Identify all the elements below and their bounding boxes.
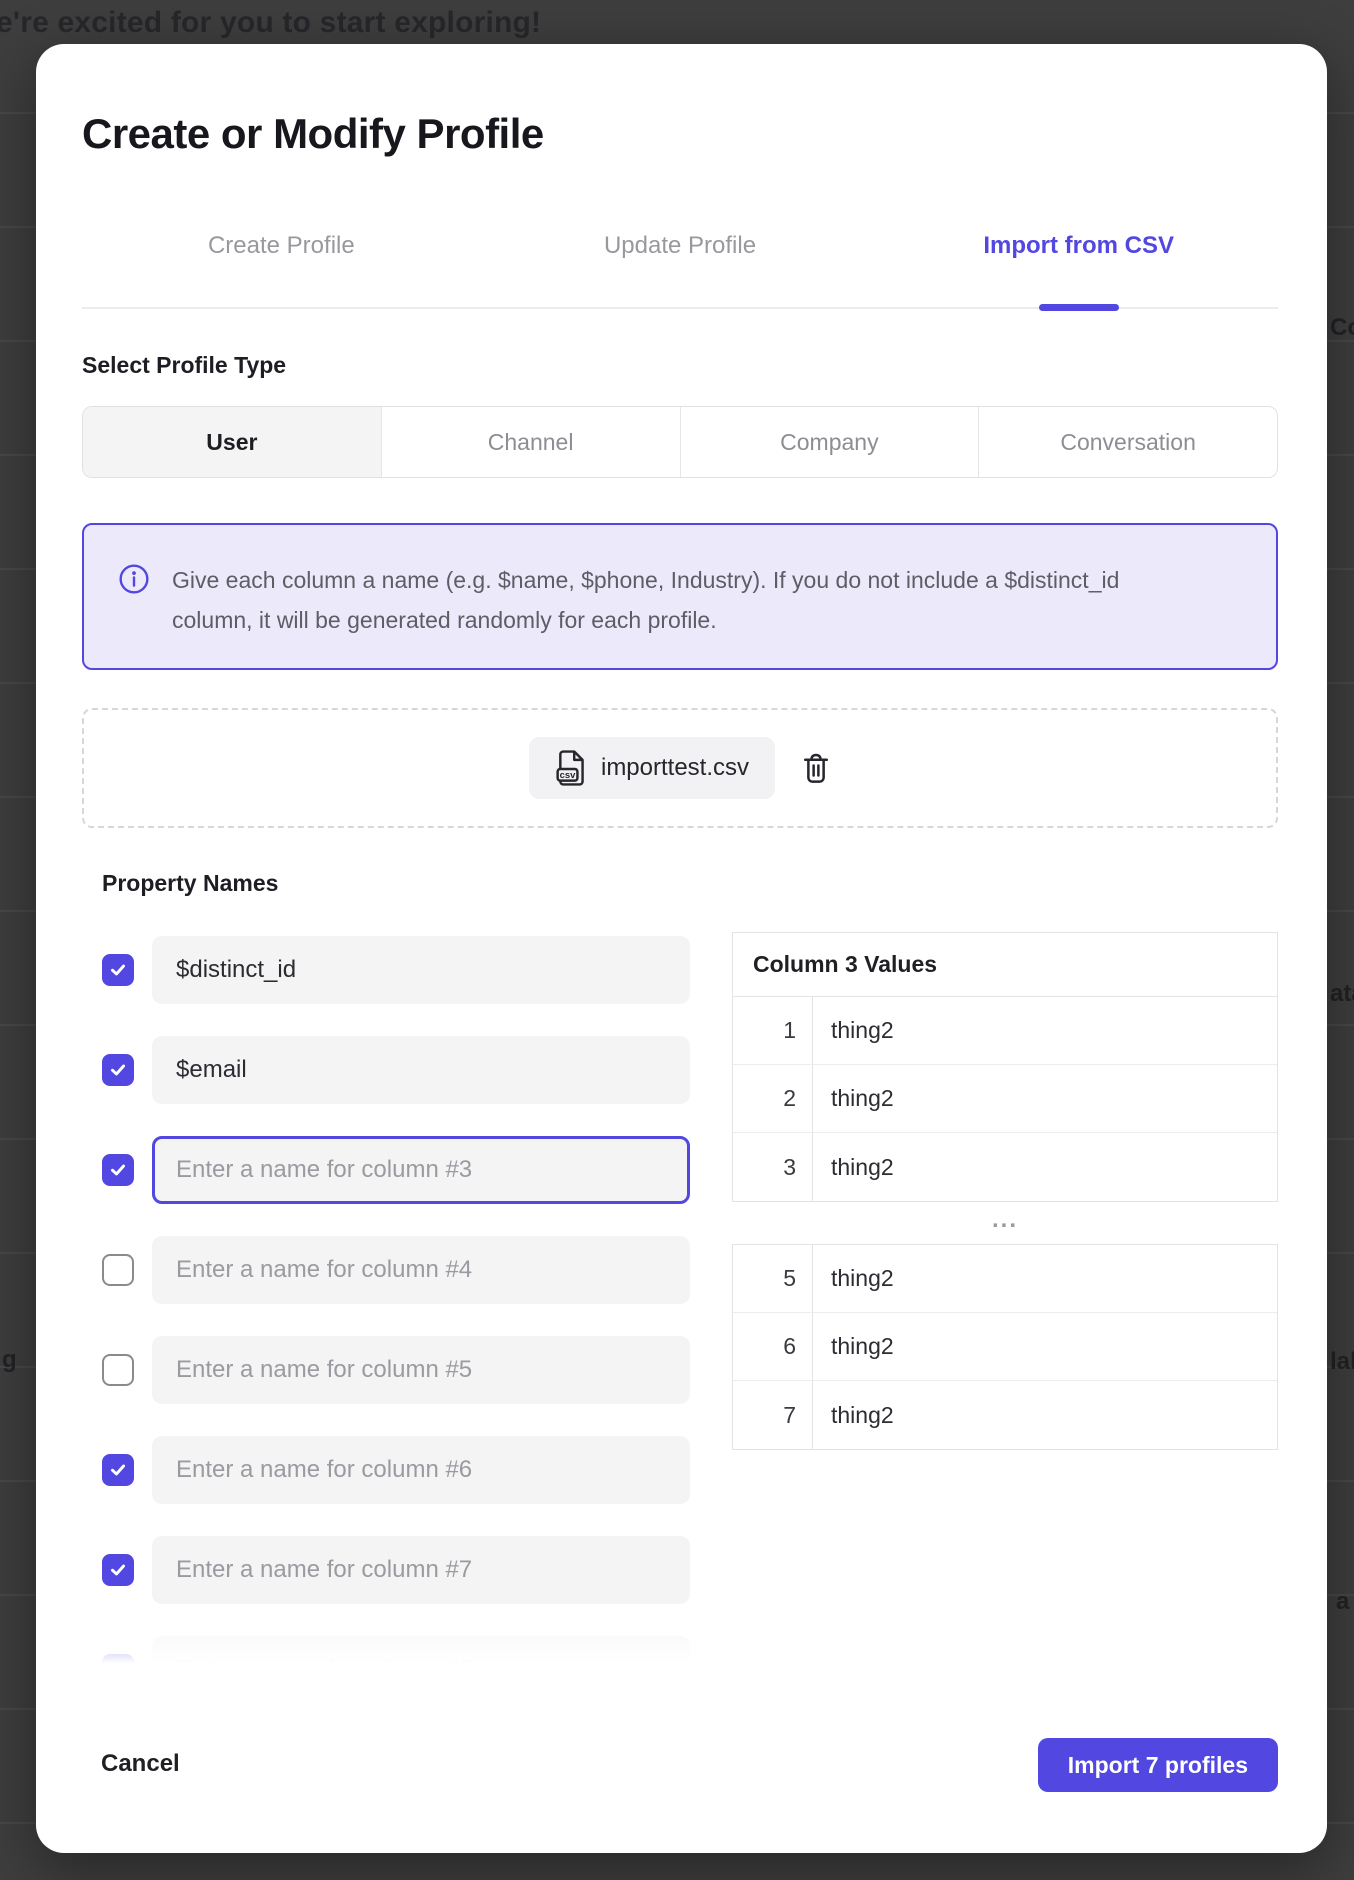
row-number: 1 <box>733 997 813 1064</box>
column-1-name-input[interactable] <box>152 936 690 1004</box>
profile-type-company[interactable]: Company <box>680 407 979 477</box>
dialog-tabs: Create Profile Update Profile Import fro… <box>82 228 1278 264</box>
profile-type-channel[interactable]: Channel <box>381 407 680 477</box>
csv-dropzone[interactable]: csv importtest.csv <box>82 708 1278 828</box>
row-value: thing2 <box>813 1065 1277 1132</box>
values-table-top: Column 3 Values 1 thing2 2 thing2 3 thin… <box>732 932 1278 1202</box>
info-icon <box>118 563 150 595</box>
row-value: thing2 <box>813 997 1277 1064</box>
profile-type-label: Select Profile Type <box>82 352 286 379</box>
table-row: 6 thing2 <box>733 1313 1277 1381</box>
background-fragment: Col <box>1330 314 1354 342</box>
property-row <box>102 1036 690 1104</box>
table-row: 7 thing2 <box>733 1381 1277 1449</box>
column-5-name-input[interactable] <box>152 1336 690 1404</box>
values-table-header: Column 3 Values <box>733 933 1277 997</box>
values-table-bottom: 5 thing2 6 thing2 7 thing2 <box>732 1244 1278 1450</box>
property-names-list <box>102 936 690 1674</box>
property-row <box>102 1636 690 1674</box>
column-4-name-input[interactable] <box>152 1236 690 1304</box>
row-number: 6 <box>733 1313 813 1380</box>
background-page-left-strip <box>0 0 40 1880</box>
column-7-name-input[interactable] <box>152 1536 690 1604</box>
tab-create-profile[interactable]: Create Profile <box>82 228 481 264</box>
property-row <box>102 936 690 1004</box>
info-banner: Give each column a name (e.g. $name, $ph… <box>82 523 1278 670</box>
column-4-checkbox[interactable] <box>102 1254 134 1286</box>
svg-text:csv: csv <box>560 770 577 781</box>
csv-file-icon: csv <box>555 750 587 786</box>
screen: e're excited for you to start exploring!… <box>0 0 1354 1880</box>
column-6-name-input[interactable] <box>152 1436 690 1504</box>
tab-update-profile[interactable]: Update Profile <box>481 228 880 264</box>
profile-type-user[interactable]: User <box>83 407 381 477</box>
background-fragment: lab <box>1330 1348 1354 1376</box>
row-number: 7 <box>733 1381 813 1449</box>
column-5-checkbox[interactable] <box>102 1354 134 1386</box>
info-banner-text: Give each column a name (e.g. $name, $ph… <box>172 560 1182 640</box>
column-3-checkbox[interactable] <box>102 1154 134 1186</box>
background-fragment: ata <box>1330 980 1354 1008</box>
create-or-modify-profile-dialog: Create or Modify Profile Create Profile … <box>36 44 1327 1853</box>
uploaded-file-chip: csv importtest.csv <box>529 737 775 799</box>
property-row <box>102 1136 690 1204</box>
row-number: 5 <box>733 1245 813 1312</box>
table-row: 5 thing2 <box>733 1245 1277 1313</box>
column-8-name-input[interactable] <box>152 1636 690 1674</box>
profile-type-segmented-control: User Channel Company Conversation <box>82 406 1278 478</box>
column-8-checkbox[interactable] <box>102 1654 134 1674</box>
remove-file-button[interactable] <box>801 752 831 785</box>
uploaded-file-name: importtest.csv <box>601 754 749 782</box>
table-row: 2 thing2 <box>733 1065 1277 1133</box>
background-banner-text: e're excited for you to start exploring! <box>0 6 541 40</box>
mapping-region: Property Names <box>82 862 1278 1674</box>
table-row: 3 thing2 <box>733 1133 1277 1201</box>
background-fragment: a <box>1336 1588 1349 1616</box>
property-row <box>102 1536 690 1604</box>
property-row <box>102 1236 690 1304</box>
import-profiles-button[interactable]: Import 7 profiles <box>1038 1738 1278 1792</box>
active-tab-indicator <box>1039 304 1119 311</box>
row-value: thing2 <box>813 1313 1277 1380</box>
dialog-title: Create or Modify Profile <box>82 110 544 158</box>
column-3-name-input[interactable] <box>152 1136 690 1204</box>
cancel-button[interactable]: Cancel <box>101 1750 180 1778</box>
row-value: thing2 <box>813 1245 1277 1312</box>
row-number: 3 <box>733 1133 813 1201</box>
row-value: thing2 <box>813 1133 1277 1201</box>
property-names-label: Property Names <box>102 870 278 897</box>
column-2-name-input[interactable] <box>152 1036 690 1104</box>
background-fragment: g <box>2 1346 17 1374</box>
column-values-preview: Column 3 Values 1 thing2 2 thing2 3 thin… <box>732 932 1278 1450</box>
row-number: 2 <box>733 1065 813 1132</box>
column-6-checkbox[interactable] <box>102 1454 134 1486</box>
column-1-checkbox[interactable] <box>102 954 134 986</box>
tab-import-from-csv[interactable]: Import from CSV <box>879 228 1278 264</box>
profile-type-conversation[interactable]: Conversation <box>978 407 1277 477</box>
row-value: thing2 <box>813 1381 1277 1449</box>
property-row <box>102 1436 690 1504</box>
rows-ellipsis: ... <box>732 1210 1278 1238</box>
property-row <box>102 1336 690 1404</box>
column-2-checkbox[interactable] <box>102 1054 134 1086</box>
column-7-checkbox[interactable] <box>102 1554 134 1586</box>
table-row: 1 thing2 <box>733 997 1277 1065</box>
